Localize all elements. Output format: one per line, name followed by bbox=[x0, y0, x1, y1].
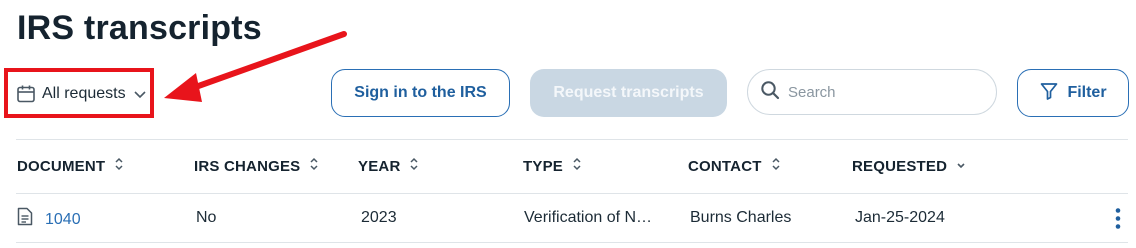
document-cell: 1040 bbox=[17, 207, 81, 233]
column-header-label: TYPE bbox=[523, 157, 563, 175]
search-icon bbox=[760, 80, 780, 105]
page-title: IRS transcripts bbox=[17, 9, 262, 47]
requests-filter-label: All requests bbox=[42, 85, 126, 102]
calendar-icon bbox=[16, 84, 36, 104]
filter-button[interactable]: Filter bbox=[1017, 69, 1129, 117]
sort-icon bbox=[114, 157, 124, 175]
column-header-label: CONTACT bbox=[688, 157, 762, 175]
column-header-type[interactable]: TYPE bbox=[523, 157, 582, 175]
sort-icon bbox=[309, 157, 319, 175]
chevron-down-icon bbox=[132, 86, 148, 102]
contact-cell: Burns Charles bbox=[690, 209, 792, 226]
request-transcripts-label: Request transcripts bbox=[553, 84, 704, 101]
column-header-requested[interactable]: REQUESTED bbox=[852, 157, 966, 175]
document-link[interactable]: 1040 bbox=[45, 209, 81, 231]
sign-in-irs-label: Sign in to the IRS bbox=[354, 84, 487, 101]
sort-icon bbox=[771, 157, 781, 175]
sign-in-irs-button[interactable]: Sign in to the IRS bbox=[331, 69, 510, 117]
column-header-document[interactable]: DOCUMENT bbox=[17, 157, 124, 175]
requests-filter-dropdown[interactable]: All requests bbox=[16, 78, 148, 110]
row-actions-kebab-icon[interactable] bbox=[1112, 207, 1124, 231]
requested-cell: Jan-25-2024 bbox=[855, 209, 945, 226]
column-header-label: YEAR bbox=[358, 157, 401, 175]
search-input[interactable] bbox=[786, 82, 980, 102]
column-header-contact[interactable]: CONTACT bbox=[688, 157, 781, 175]
year-cell: 2023 bbox=[361, 209, 397, 226]
column-header-label: REQUESTED bbox=[852, 157, 948, 175]
sort-icon bbox=[409, 157, 419, 175]
table-top-divider bbox=[16, 139, 1128, 140]
search-box[interactable] bbox=[747, 69, 997, 115]
table-row-divider bbox=[16, 242, 1128, 243]
funnel-icon bbox=[1039, 81, 1059, 106]
filter-button-label: Filter bbox=[1067, 84, 1107, 101]
column-header-year[interactable]: YEAR bbox=[358, 157, 419, 175]
irs-changes-cell: No bbox=[196, 209, 217, 226]
type-cell: Verification of N… bbox=[524, 209, 653, 226]
column-header-irs-changes[interactable]: IRS CHANGES bbox=[194, 157, 319, 175]
request-transcripts-button[interactable]: Request transcripts bbox=[530, 69, 727, 117]
sort-descending-icon bbox=[956, 157, 966, 175]
table-header-divider bbox=[16, 193, 1128, 194]
column-header-label: IRS CHANGES bbox=[194, 157, 301, 175]
sort-icon bbox=[572, 157, 582, 175]
document-icon bbox=[17, 207, 33, 233]
column-header-label: DOCUMENT bbox=[17, 157, 106, 175]
